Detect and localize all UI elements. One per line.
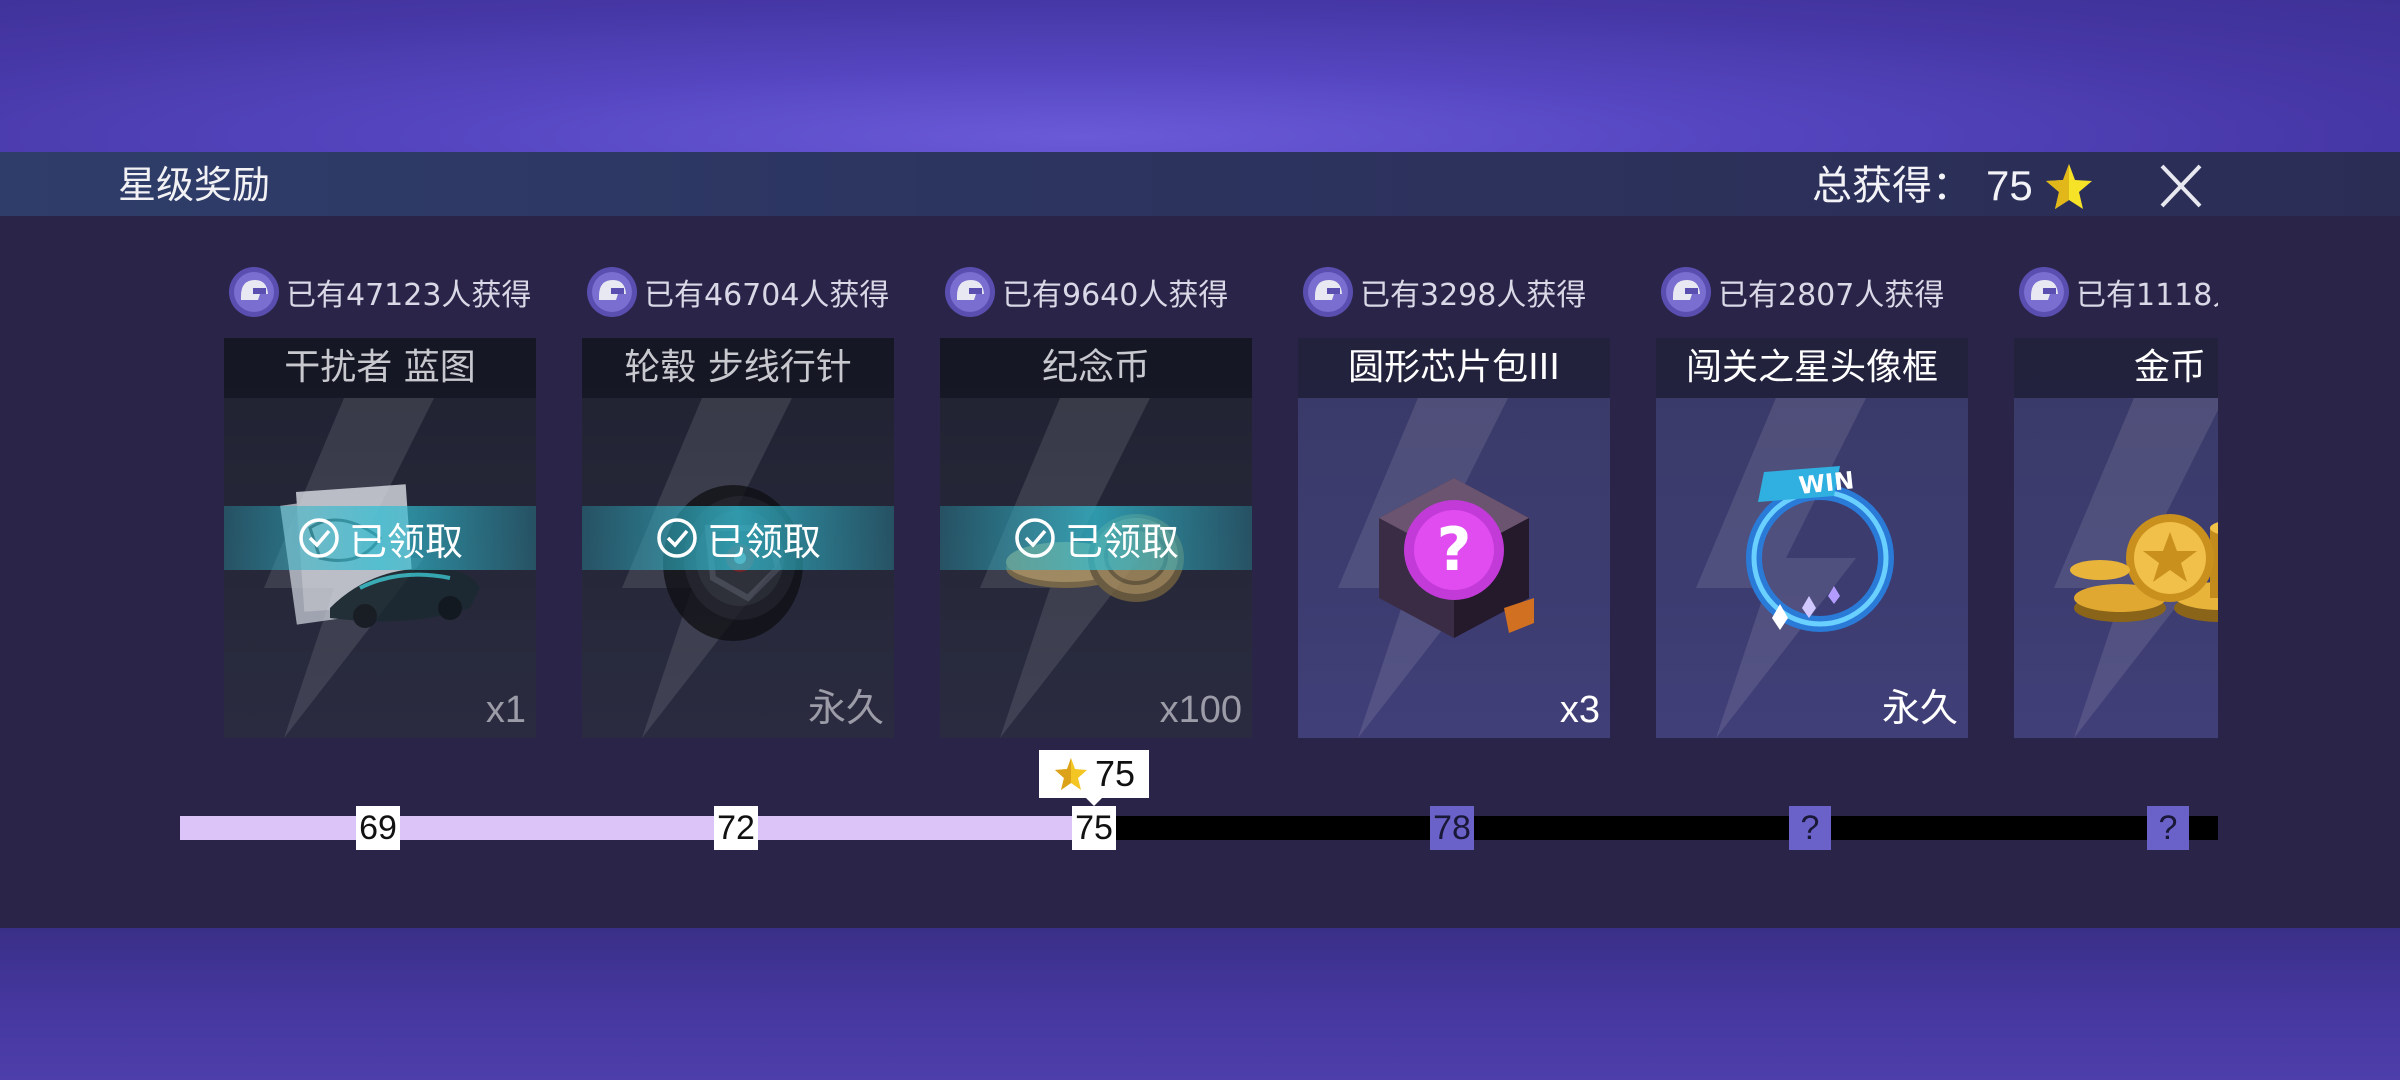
helmet-badge-icon [945, 267, 995, 317]
reward-item-image: WIN [1702, 458, 1922, 658]
reward-quantity: x100 [1159, 689, 1242, 731]
owners-count: 已有1118人获得 [2018, 264, 2218, 320]
reward-name: 轮毂 步线行针 [582, 338, 894, 398]
current-progress-tag: 75 [1039, 750, 1149, 806]
owners-count: 已有47123人获得 [228, 264, 531, 320]
claimed-label: 已领取 [1064, 519, 1179, 564]
owners-count-text: 已有2807人获得 [1718, 278, 1945, 313]
progress-node: 69 [356, 806, 400, 850]
owners-count-text: 已有1118人获得 [2076, 278, 2218, 313]
reward-quantity: x3 [1559, 689, 1600, 731]
claimed-banner: 已领取 [582, 506, 894, 570]
progress-node: 78 [1430, 806, 1474, 850]
current-progress-value: 75 [1094, 753, 1136, 794]
reward-card[interactable]: 纪念币 x100 已领取 [940, 338, 1252, 738]
reward-name: 干扰者 蓝图 [224, 338, 536, 398]
claimed-banner: 已领取 [224, 506, 536, 570]
progress-node: ? [2147, 806, 2189, 850]
owners-count: 已有46704人获得 [586, 264, 889, 320]
checkmark-circle-icon [299, 518, 339, 558]
reward-quantity: x1 [485, 689, 526, 731]
helmet-badge-icon [229, 267, 279, 317]
reward-card[interactable]: 闯关之星头像框 WIN 永久 [1656, 338, 1968, 738]
progress-node: ? [1789, 806, 1831, 850]
reward-card[interactable]: 圆形芯片包III ? x3 [1298, 338, 1610, 738]
owners-count-text: 已有3298人获得 [1360, 278, 1587, 313]
reward-item-image: ? [1344, 458, 1564, 658]
owners-count-text: 已有47123人获得 [286, 278, 532, 313]
star-icon [1054, 758, 1087, 790]
owners-count-text: 已有9640人获得 [1002, 278, 1229, 313]
reward-track-viewport[interactable]: 已有47123人获得 干扰者 蓝图 x1 已领取 已有46704人获得 轮毂 步… [0, 0, 2218, 1080]
reward-quantity: 永久 [807, 688, 884, 730]
owners-count: 已有2807人获得 [1660, 264, 1944, 320]
helmet-badge-icon [587, 267, 637, 317]
helmet-badge-icon [2019, 267, 2069, 317]
owners-count-text: 已有46704人获得 [644, 278, 890, 313]
claimed-label: 已领取 [348, 519, 463, 564]
checkmark-circle-icon [1015, 518, 1055, 558]
helmet-badge-icon [1661, 267, 1711, 317]
owners-count: 已有9640人获得 [944, 264, 1228, 320]
reward-item-image [2060, 458, 2218, 658]
progress-fill [180, 816, 1094, 840]
owners-count: 已有3298人获得 [1302, 264, 1586, 320]
reward-quantity: 永久 [1881, 688, 1958, 730]
reward-card[interactable]: 金币 x2 [2014, 338, 2218, 738]
reward-name: 金币 [2014, 338, 2218, 398]
reward-card[interactable]: 干扰者 蓝图 x1 已领取 [224, 338, 536, 738]
reward-name: 闯关之星头像框 [1656, 338, 1968, 398]
claimed-label: 已领取 [706, 519, 821, 564]
progress-node: 75 [1072, 806, 1116, 850]
claimed-banner: 已领取 [940, 506, 1252, 570]
checkmark-circle-icon [657, 518, 697, 558]
reward-name: 纪念币 [940, 338, 1252, 398]
reward-card[interactable]: 轮毂 步线行针 永久 已领取 [582, 338, 894, 738]
reward-name: 圆形芯片包III [1298, 338, 1610, 398]
svg-text:?: ? [1437, 515, 1472, 585]
progress-node: 72 [714, 806, 758, 850]
helmet-badge-icon [1303, 267, 1353, 317]
svg-text:WIN: WIN [1797, 466, 1855, 500]
